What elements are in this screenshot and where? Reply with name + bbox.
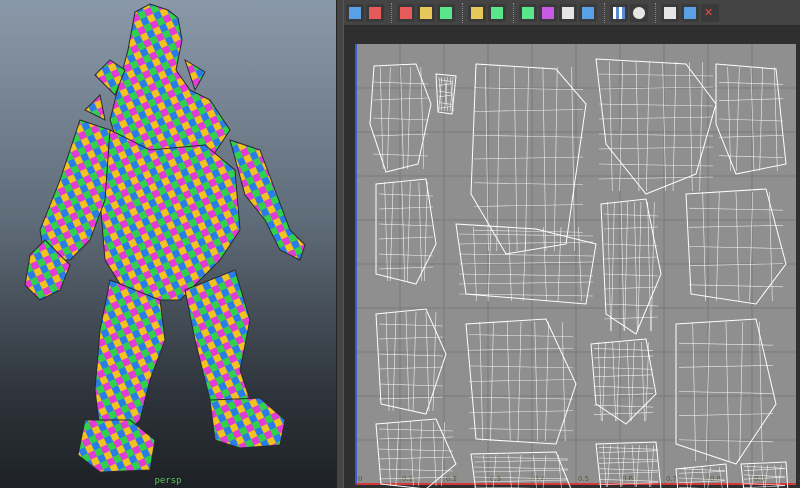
help-button[interactable]: [630, 3, 648, 22]
align-right-icon: [562, 6, 574, 19]
layout-uv-icon: [471, 6, 483, 19]
histogram-button[interactable]: [661, 3, 679, 22]
toolbar-separator: [462, 2, 465, 23]
layout-tools: [468, 2, 508, 24]
u-tick-label: 0.7: [666, 475, 677, 483]
relax-uv-icon: [491, 6, 503, 19]
sew-uv-icon: [420, 6, 432, 19]
align-top-button[interactable]: [579, 3, 597, 22]
uv-move-icon: [369, 6, 381, 19]
align-center-button[interactable]: [539, 3, 557, 22]
unfold-uv-button[interactable]: [437, 3, 455, 22]
toolbar-separator: [655, 2, 658, 23]
uv-editor-viewport[interactable]: 00.10.20.30.40.50.60.70.80.91: [344, 26, 800, 488]
u-tick-label: 0.5: [578, 475, 589, 483]
uv-select-button[interactable]: [346, 3, 364, 22]
panel-divider[interactable]: [336, 0, 344, 488]
u-tick-label: 0.1: [402, 475, 413, 483]
checker-button[interactable]: [610, 3, 628, 22]
sew-uv-button[interactable]: [417, 3, 435, 22]
grid-display-icon: [684, 6, 696, 19]
align-left-icon: [522, 6, 534, 19]
uv-texture-editor-panel: ✕ 00.10.20.30.40.50.60.70.80.91: [344, 0, 800, 488]
display-tools: [610, 2, 650, 24]
uv-editor-toolbar: ✕: [344, 0, 800, 26]
align-center-icon: [542, 6, 554, 19]
histogram-icon: [664, 6, 676, 19]
layout-uv-button[interactable]: [468, 3, 486, 22]
align-right-button[interactable]: [559, 3, 577, 22]
align-left-button[interactable]: [519, 3, 537, 22]
u-tick-label: 0: [358, 475, 362, 483]
relax-uv-button[interactable]: [488, 3, 506, 22]
cut-uv-icon: [400, 6, 412, 19]
align-tools: [519, 2, 599, 24]
selection-tools: [346, 2, 386, 24]
checker-textured-creature-model[interactable]: [0, 0, 336, 488]
close-icon: ✕: [704, 5, 714, 19]
toolbar-separator: [604, 2, 607, 23]
uv-select-icon: [349, 6, 361, 19]
toolbar-separator: [513, 2, 516, 23]
uv-layout-canvas[interactable]: 00.10.20.30.40.50.60.70.80.91: [344, 26, 800, 488]
camera-label: persp: [154, 476, 182, 486]
uv-move-button[interactable]: [366, 3, 384, 22]
toolbar-separator: [391, 2, 394, 23]
unfold-uv-icon: [440, 6, 452, 19]
checker-icon: [613, 6, 625, 19]
close-button[interactable]: ✕: [701, 3, 719, 22]
cut-sew-tools: [397, 2, 457, 24]
cut-uv-button[interactable]: [397, 3, 415, 22]
align-top-icon: [582, 6, 594, 19]
u-tick-label: 0.6: [622, 475, 634, 483]
grid-display-button[interactable]: [681, 3, 699, 22]
u-tick-label: 0.2: [446, 475, 457, 483]
perspective-viewport[interactable]: persp: [0, 0, 336, 488]
stats-tools: ✕: [661, 2, 721, 24]
help-icon: [633, 6, 645, 19]
u-tick-label: 0.8: [710, 475, 721, 483]
